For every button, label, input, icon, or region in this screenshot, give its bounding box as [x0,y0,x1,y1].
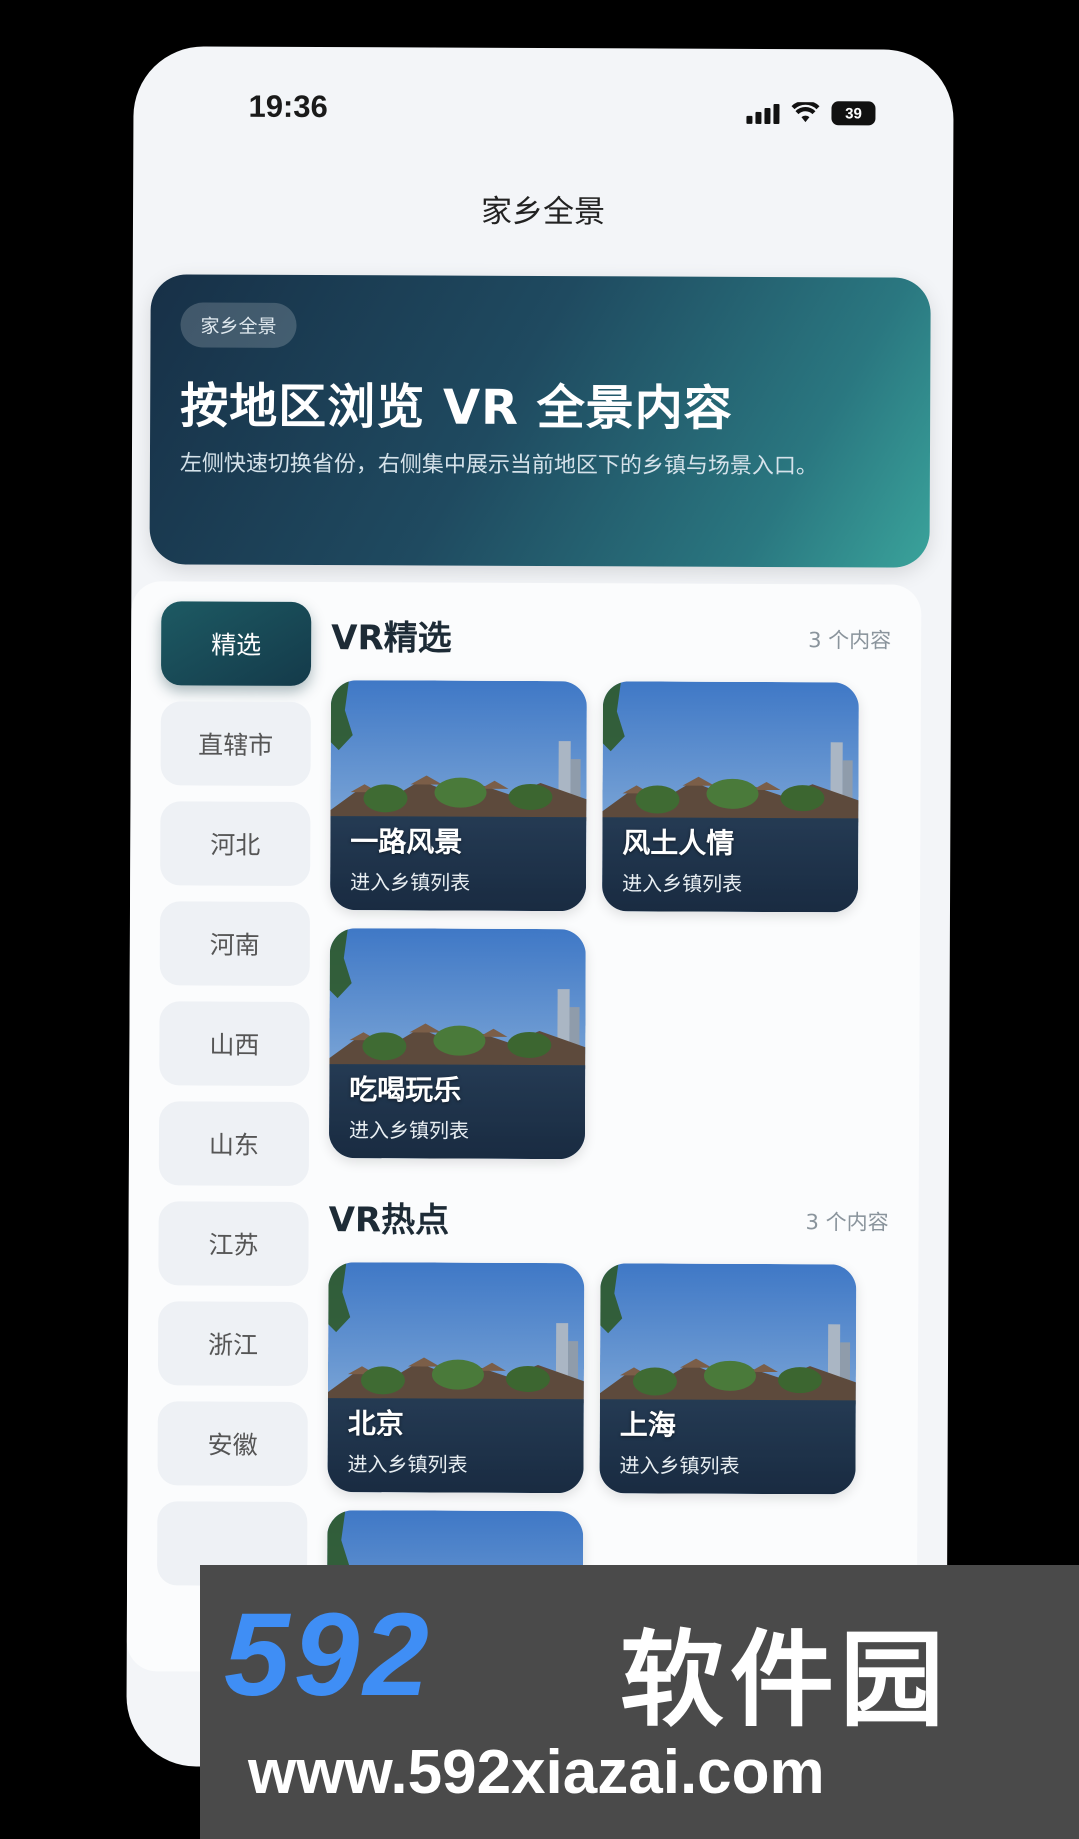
region-sidebar: 精选 直辖市 河北 河南 山西 山东 江苏 浙江 安徽 [157,601,312,1602]
region-item-selected[interactable]: 精选 [160,601,312,686]
card-subtitle: 进入乡镇列表 [348,1118,470,1143]
section-header-hot: VR热点 3 个内容 [329,1192,889,1241]
scene-card[interactable]: 吃喝玩乐 进入乡镇列表 [328,928,586,1160]
region-item-municipality[interactable]: 直辖市 [160,701,311,786]
status-bar: 19:36 39 [133,46,954,170]
card-title: 北京 [347,1407,404,1441]
section-count: 3 个内容 [805,1210,889,1235]
card-subtitle: 进入乡镇列表 [622,871,743,896]
status-icons: 39 [746,101,876,126]
watermark-banner: 592 软件园 www.592xiazai.com [200,1565,1079,1839]
watermark-brand: 软件园 [620,1619,951,1741]
section-header-featured: VR精选 3 个内容 [331,610,891,659]
region-item-shandong[interactable]: 山东 [158,1101,310,1186]
scene-card[interactable]: 上海 进入乡镇列表 [599,1263,857,1495]
region-item-jiangsu[interactable]: 江苏 [158,1201,309,1286]
region-item-hebei[interactable]: 河北 [160,801,311,886]
wifi-icon [791,102,820,123]
card-title: 一路风景 [350,825,463,859]
card-subtitle: 进入乡镇列表 [350,870,471,895]
scene-card[interactable]: 风土人情 进入乡镇列表 [601,681,859,913]
region-item-zhejiang[interactable]: 浙江 [157,1301,309,1386]
hero-banner: 家乡全景 按地区浏览 VR 全景内容 左侧快速切换省份，右侧集中展示当前地区下的… [149,274,931,568]
card-subtitle: 进入乡镇列表 [347,1452,468,1477]
section-title: VR精选 [331,618,452,659]
card-subtitle: 进入乡镇列表 [619,1453,740,1478]
watermark-logo: 592 [224,1589,433,1721]
battery-icon: 39 [831,101,876,126]
status-time: 19:36 [248,88,328,125]
content-panel: 精选 直辖市 河北 河南 山西 山东 江苏 浙江 安徽 VR精选 3 个内容 一… [126,581,922,1675]
region-item-henan[interactable]: 河南 [159,901,311,986]
watermark-url: www.592xiazai.com [248,1738,825,1807]
section-count: 3 个内容 [808,628,892,653]
card-title: 风土人情 [622,826,735,860]
hero-tag: 家乡全景 [180,302,297,348]
page-title: 家乡全景 [480,193,606,231]
hero-title: 按地区浏览 VR 全景内容 [180,378,733,437]
hero-description: 左侧快速切换省份，右侧集中展示当前地区下的乡镇与场景入口。 [179,451,818,480]
card-title: 上海 [619,1408,676,1442]
card-title: 吃喝玩乐 [349,1073,462,1107]
scene-card[interactable]: 北京 进入乡镇列表 [327,1262,585,1494]
section-title: VR热点 [328,1200,450,1241]
region-item-anhui[interactable]: 安徽 [157,1401,308,1486]
signal-icon [746,102,780,125]
phone-screen: 19:36 39 家乡全景 家乡全景 按地区浏览 VR 全景内容 左侧快速切换省… [126,46,954,1770]
region-item-shanxi[interactable]: 山西 [159,1001,310,1086]
scene-card[interactable]: 一路风景 进入乡镇列表 [329,680,587,912]
